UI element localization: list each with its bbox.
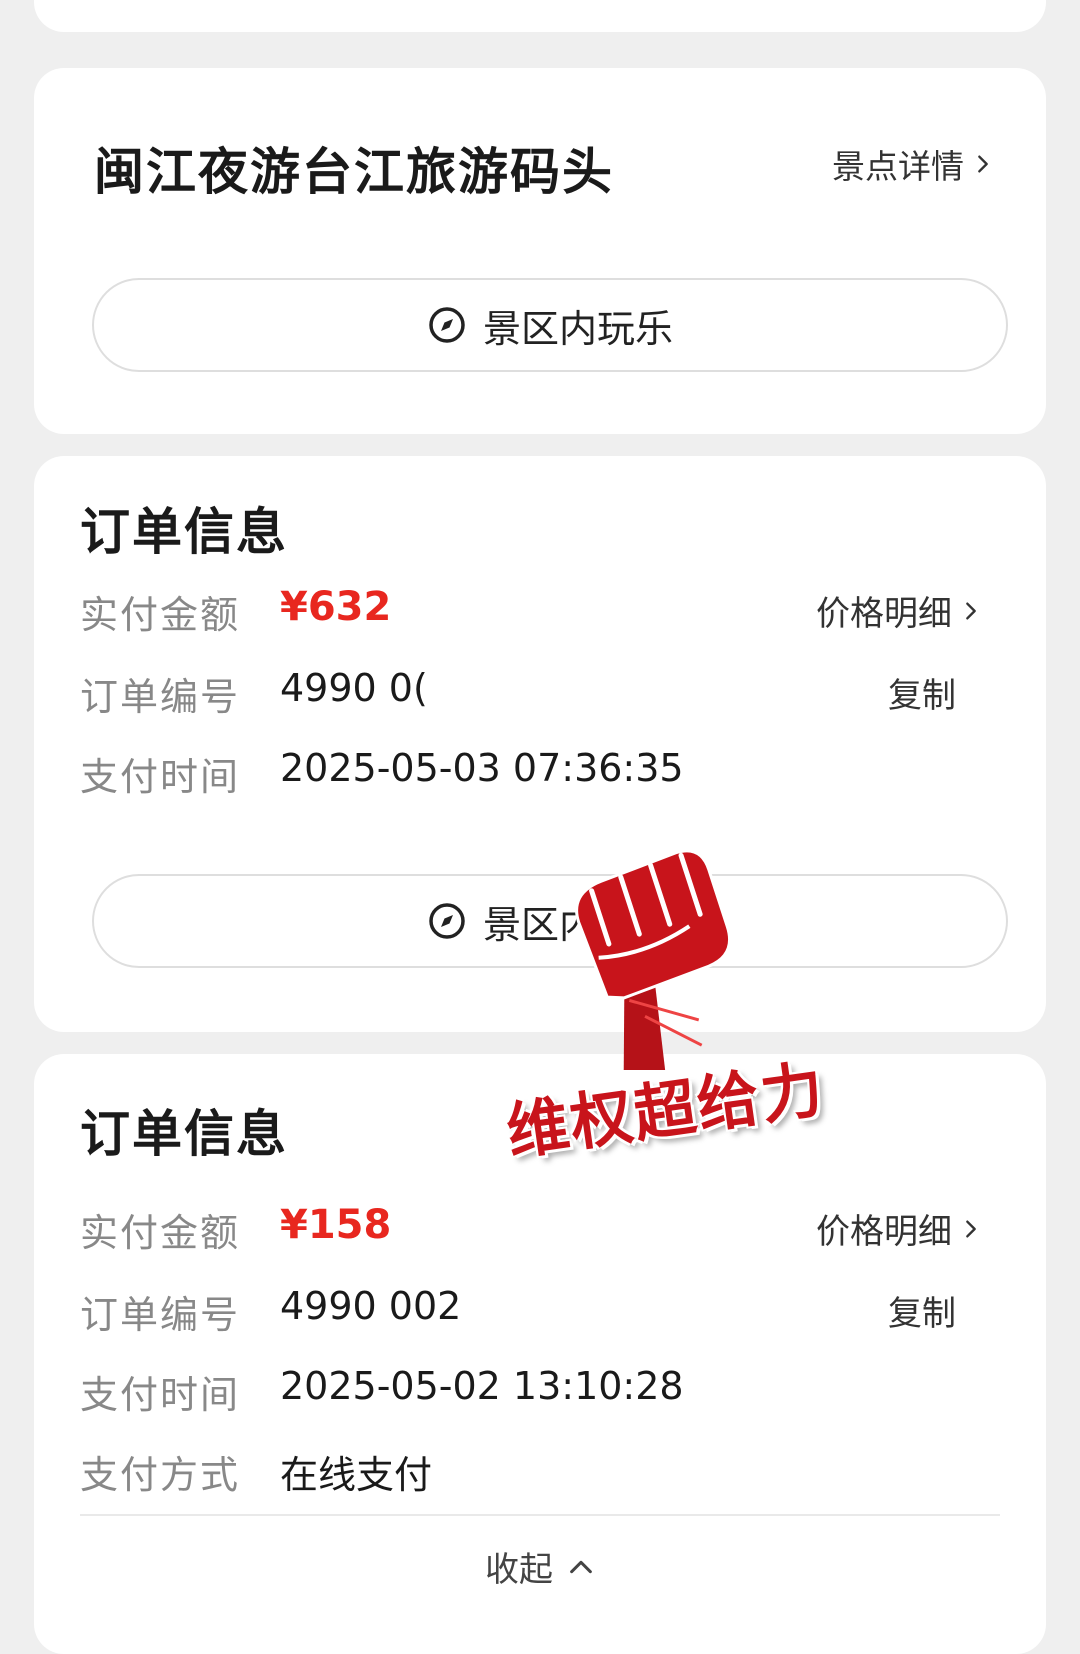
compass-icon	[429, 307, 465, 343]
price-detail-label: 价格明细	[816, 594, 952, 634]
order-number-row: 订单编号 4990 002 复制	[80, 1284, 1000, 1340]
order-section-title: 订单信息	[80, 503, 288, 561]
in-park-play-button[interactable]: 景区内玩乐	[92, 874, 1008, 968]
paid-amount-value: ¥632	[280, 584, 392, 630]
in-park-play-label: 景区内玩乐	[482, 306, 673, 351]
previous-card	[34, 0, 1046, 32]
chevron-right-icon	[978, 155, 988, 173]
pay-method-row: 支付方式 在线支付	[80, 1444, 1000, 1500]
paid-amount-label: 实付金额	[80, 593, 241, 637]
paid-amount-row: 实付金额 ¥632 价格明细	[80, 584, 1000, 640]
spot-detail-label: 景点详情	[832, 147, 964, 186]
price-detail-label: 价格明细	[816, 1212, 952, 1252]
chevron-right-icon	[966, 601, 976, 620]
collapse-label: 收起	[485, 1550, 553, 1590]
pay-time-label: 支付时间	[80, 755, 241, 799]
pay-time-row: 支付时间 2025-05-03 07:36:35	[80, 746, 1000, 802]
spot-title: 闽江夜游台江旅游码头	[94, 143, 614, 201]
in-park-play-label: 景区内玩乐	[482, 902, 673, 947]
price-detail-link[interactable]: 价格明细	[816, 586, 982, 635]
pay-time-value: 2025-05-03 07:36:35	[280, 746, 684, 790]
spot-detail-link[interactable]: 景点详情	[832, 140, 994, 188]
paid-amount-label: 实付金额	[80, 1211, 241, 1255]
order-info-card-1: 订单信息 实付金额 ¥632 价格明细 订单编号 4990 0( 复制 支付时间…	[34, 456, 1046, 1032]
order-info-card-2: 订单信息 实付金额 ¥158 价格明细 订单编号 4990 002 复制 支付时…	[34, 1054, 1046, 1654]
pay-method-value: 在线支付	[280, 1453, 433, 1497]
pay-time-label: 支付时间	[80, 1373, 241, 1417]
scenic-spot-card: 闽江夜游台江旅游码头 景点详情 景区内玩乐	[34, 68, 1046, 434]
order-number-value: 4990 0(	[280, 666, 428, 710]
copy-button[interactable]: 复制	[888, 1286, 956, 1335]
pay-time-value: 2025-05-02 13:10:28	[280, 1364, 684, 1408]
pay-method-label: 支付方式	[80, 1453, 241, 1497]
pay-time-row: 支付时间 2025-05-02 13:10:28	[80, 1364, 1000, 1420]
paid-amount-row: 实付金额 ¥158 价格明细	[80, 1202, 1000, 1258]
in-park-play-button[interactable]: 景区内玩乐	[92, 278, 1008, 372]
order-number-row: 订单编号 4990 0( 复制	[80, 666, 1000, 722]
order-number-label: 订单编号	[80, 675, 241, 719]
chevron-up-icon	[570, 1560, 592, 1573]
price-detail-link[interactable]: 价格明细	[816, 1204, 982, 1253]
order-section-title: 订单信息	[80, 1105, 288, 1163]
copy-button[interactable]: 复制	[888, 668, 956, 717]
chevron-right-icon	[966, 1219, 976, 1238]
paid-amount-value: ¥158	[280, 1202, 392, 1248]
divider	[80, 1514, 1000, 1516]
collapse-button[interactable]: 收起	[34, 1542, 1046, 1591]
order-number-value: 4990 002	[280, 1284, 462, 1328]
order-number-label: 订单编号	[80, 1293, 241, 1337]
compass-icon	[429, 903, 465, 939]
